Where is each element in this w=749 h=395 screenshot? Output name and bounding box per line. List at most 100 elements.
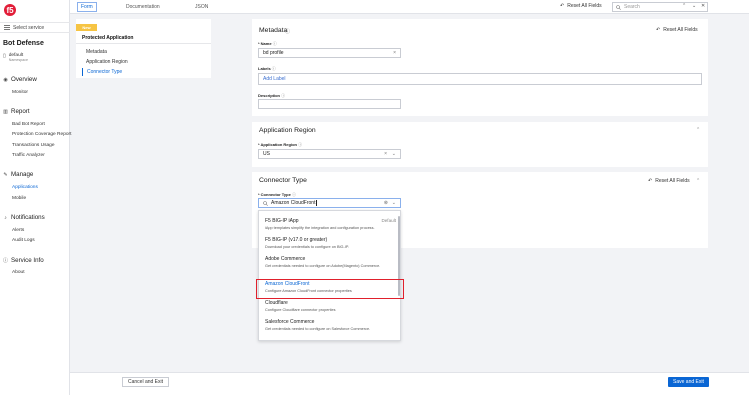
sidebar-item-audit-logs[interactable]: Audit Logs	[12, 238, 35, 243]
select-service-label: Select service	[13, 24, 45, 31]
connector-type-select[interactable]: Amazon CloudFront ⊗ ⌄	[258, 198, 401, 208]
name-field-label: * Name ⓘ	[258, 41, 277, 46]
application-region-title: Application Region	[259, 127, 316, 134]
name-label-text: Name	[260, 41, 272, 46]
sidebar-item-protection-coverage-report[interactable]: Protection Coverage Report	[12, 132, 71, 137]
sidebar-item-alerts[interactable]: Alerts	[12, 228, 24, 233]
labels-placeholder: Add Label	[263, 76, 286, 82]
dropdown-option[interactable]: Salesforce Commerce Get credentials need…	[265, 319, 395, 332]
info-icon: ⓘ	[271, 66, 276, 71]
workspace-title: Bot Defense	[3, 40, 44, 47]
text-cursor	[316, 200, 318, 206]
collapse-chevron-icon[interactable]: ⌃	[696, 178, 700, 184]
sidebar-item-applications[interactable]: Applications	[12, 185, 38, 190]
divider	[76, 43, 211, 44]
connector-selected-value: Amazon CloudFront	[271, 200, 316, 206]
collapse-chevron-icon[interactable]: ⌃	[696, 127, 700, 133]
reset-all-fields-button[interactable]: ↶ Reset All Fields	[560, 3, 602, 9]
sidebar-item-about[interactable]: About	[12, 270, 25, 275]
info-icon: ⓘ	[285, 29, 291, 35]
info-icon: ⓘ	[298, 142, 303, 147]
reset-label: Reset All Fields	[663, 27, 698, 33]
option-description: iApp templates simplify the integration …	[265, 226, 375, 230]
option-title: Salesforce Commerce	[265, 319, 315, 325]
connector-reset-button[interactable]: ↶ Reset All Fields	[648, 178, 690, 184]
wrench-icon: ✎	[3, 171, 8, 178]
reset-icon: ↶	[656, 27, 661, 33]
chevron-down-icon[interactable]: ⌄	[392, 200, 396, 206]
region-label-text: Application Region	[260, 142, 297, 147]
sidebar-section-label: Notifications	[11, 214, 45, 221]
selection-highlight-box	[256, 279, 404, 299]
clear-icon[interactable]: ×	[384, 151, 387, 157]
tab-json[interactable]: JSON	[192, 2, 211, 12]
form-title: Protected Application	[82, 35, 134, 41]
tab-documentation[interactable]: Documentation	[123, 2, 163, 12]
sidebar-section-service-info[interactable]: ⓘ Service Info	[3, 257, 44, 264]
labels-field-label: Labels ⓘ	[258, 66, 276, 72]
option-title: Adobe Commerce	[265, 256, 306, 262]
chart-icon: ▥	[3, 108, 8, 115]
search-prev-icon[interactable]: ⌃	[682, 3, 686, 9]
sidebar-section-manage[interactable]: ✎ Manage	[3, 171, 33, 178]
default-tag: Default	[381, 218, 396, 223]
reset-icon: ↶	[560, 3, 565, 9]
search-close-icon[interactable]: ✕	[701, 3, 705, 9]
sidebar-section-overview[interactable]: ◉ Overview	[3, 76, 37, 83]
nav-link-connector-type[interactable]: Connector Type	[87, 69, 122, 75]
sidebar-item-mobile[interactable]: Mobile	[12, 196, 26, 201]
sidebar-section-report[interactable]: ▥ Report	[3, 108, 30, 115]
nav-link-metadata[interactable]: Metadata	[86, 49, 107, 55]
namespace-caption: Namespace	[8, 58, 28, 62]
connector-label-text: Connector Type	[260, 192, 291, 197]
labels-label-text: Labels	[258, 66, 271, 71]
option-description: Get credentials needed to configure on A…	[265, 264, 381, 268]
labels-input[interactable]: Add Label	[258, 73, 702, 85]
dropdown-option[interactable]: Cloudflare Configure Cloudflare connecto…	[265, 300, 395, 313]
sidebar-item-transactions-usage[interactable]: Transactions Usage	[12, 143, 54, 148]
name-input[interactable]: bd profile ×	[258, 48, 401, 58]
chevron-down-icon[interactable]: ⌄	[392, 151, 396, 157]
sidebar-section-label: Service Info	[11, 257, 44, 264]
clear-icon[interactable]: ⊗	[384, 200, 388, 206]
select-service-button[interactable]: Select service	[0, 22, 70, 33]
reset-label: Reset All Fields	[655, 178, 690, 184]
dropdown-option[interactable]: Adobe Commerce Get credentials needed to…	[265, 256, 395, 269]
cancel-button[interactable]: Cancel and Exit	[122, 377, 170, 387]
sidebar-section-label: Overview	[11, 76, 37, 83]
sidebar-item-bad-bot-report[interactable]: Bad Bot Report	[12, 122, 45, 127]
namespace-selector[interactable]: ▯ default Namespace	[3, 53, 28, 62]
description-label-text: Description	[258, 93, 281, 98]
f5-logo[interactable]: f5	[4, 4, 16, 16]
tab-form[interactable]: Form	[77, 2, 97, 12]
eye-icon: ◉	[3, 76, 8, 83]
sidebar-section-label: Manage	[11, 171, 34, 178]
dropdown-option[interactable]: F5 BIG-IP (v17.0 or greater) Download yo…	[265, 237, 395, 250]
metadata-title: Metadata	[259, 27, 288, 34]
description-input[interactable]	[258, 99, 401, 109]
clear-icon[interactable]: ×	[393, 50, 396, 56]
application-region-card	[252, 122, 708, 167]
namespace-icon: ▯	[3, 53, 6, 59]
footer-bar	[70, 372, 749, 395]
nav-active-indicator	[82, 68, 83, 76]
application-region-select[interactable]: US × ⌄	[258, 149, 401, 159]
search-icon	[263, 200, 268, 206]
sidebar-item-monitor[interactable]: Monitor	[12, 90, 28, 95]
search-icon	[616, 4, 621, 10]
connector-type-dropdown: F5 BIG-IP iApp iApp templates simplify t…	[258, 210, 401, 341]
info-icon: ⓘ	[281, 93, 286, 98]
new-badge: New	[76, 24, 97, 31]
search-next-icon[interactable]: ⌄	[692, 3, 696, 9]
dropdown-option[interactable]: F5 BIG-IP iApp iApp templates simplify t…	[265, 218, 396, 231]
metadata-reset-button[interactable]: ↶ Reset All Fields	[656, 27, 698, 33]
sidebar-item-traffic-analyzer[interactable]: Traffic Analyzer	[12, 153, 45, 158]
save-button[interactable]: Save and Exit	[668, 377, 709, 387]
option-title: F5 BIG-IP iApp	[265, 218, 299, 224]
search-placeholder: Search	[624, 4, 640, 10]
sidebar-section-label: Report	[11, 108, 30, 115]
reset-all-fields-label: Reset All Fields	[567, 3, 602, 9]
sidebar-section-notifications[interactable]: ♪ Notifications	[3, 214, 45, 221]
nav-link-application-region[interactable]: Application Region	[86, 59, 128, 65]
option-title: F5 BIG-IP (v17.0 or greater)	[265, 237, 328, 243]
